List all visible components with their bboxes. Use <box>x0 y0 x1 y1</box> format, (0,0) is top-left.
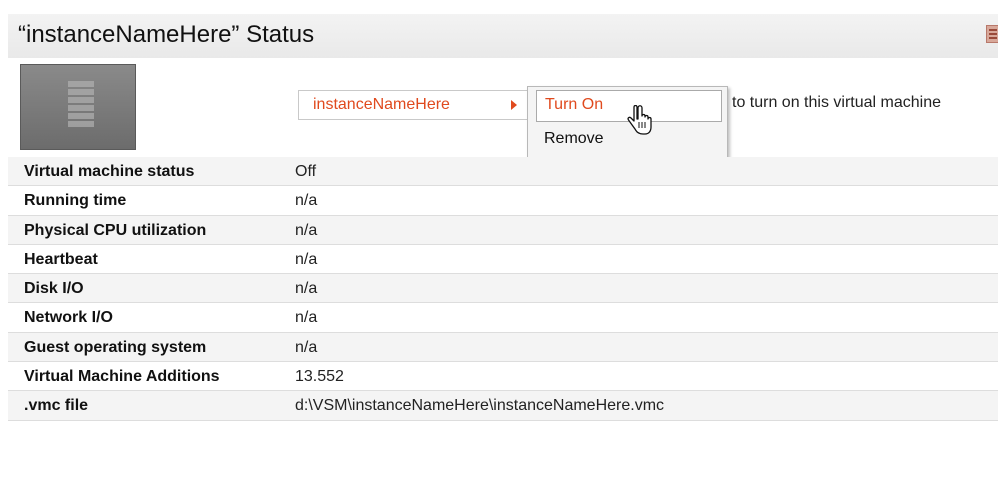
vm-thumbnail <box>20 64 136 150</box>
property-value: n/a <box>295 280 318 298</box>
vm-status-panel: “instanceNameHere” Status instanceNameHe… <box>8 14 998 484</box>
table-row: Disk I/O n/a <box>8 274 998 304</box>
property-value: 13.552 <box>295 368 344 386</box>
chevron-right-icon <box>511 100 517 110</box>
table-row: Heartbeat n/a <box>8 244 998 275</box>
properties-table: Virtual machine status Off Running time … <box>8 157 998 421</box>
report-icon[interactable] <box>986 25 998 43</box>
property-label: Physical CPU utilization <box>24 221 207 239</box>
menu-item-label: Turn On <box>545 96 604 113</box>
property-label: Heartbeat <box>24 250 98 268</box>
hint-text: to turn on this virtual machine <box>732 94 941 111</box>
menu-item-label: Remove <box>544 130 604 147</box>
property-value: d:\VSM\instanceNameHere\instanceNameHere… <box>295 397 665 415</box>
property-value: Off <box>295 163 317 180</box>
property-label: Network I/O <box>24 309 113 327</box>
vm-menu-trigger[interactable]: instanceNameHere <box>298 90 530 120</box>
property-label: .vmc file <box>24 397 89 415</box>
property-label: Disk I/O <box>24 280 84 298</box>
page-title: “instanceNameHere” Status <box>18 21 315 48</box>
hand-pointer-icon <box>627 105 652 135</box>
property-label: Virtual Machine Additions <box>24 368 220 386</box>
table-row: Running time n/a <box>8 186 998 216</box>
property-value: n/a <box>295 309 318 327</box>
property-value: n/a <box>295 221 318 239</box>
table-row: .vmc file d:\VSM\instanceNameHere\instan… <box>8 391 998 421</box>
property-value: n/a <box>295 192 318 210</box>
table-row: Virtual Machine Additions 13.552 <box>8 362 998 392</box>
vm-summary-row: instanceNameHere to turn on this virtual… <box>8 58 998 158</box>
table-row: Physical CPU utilization n/a <box>8 215 998 245</box>
property-label: Running time <box>24 192 127 210</box>
property-value: n/a <box>295 338 318 356</box>
server-stack-icon <box>68 81 94 131</box>
table-row: Virtual machine status Off <box>8 157 998 187</box>
property-label: Virtual machine status <box>24 163 195 180</box>
property-value: n/a <box>295 250 318 268</box>
property-label: Guest operating system <box>24 338 207 356</box>
table-row: Guest operating system n/a <box>8 332 998 363</box>
table-row: Network I/O n/a <box>8 303 998 333</box>
panel-header: “instanceNameHere” Status <box>8 14 998 59</box>
vm-name-label[interactable]: instanceNameHere <box>313 96 450 114</box>
